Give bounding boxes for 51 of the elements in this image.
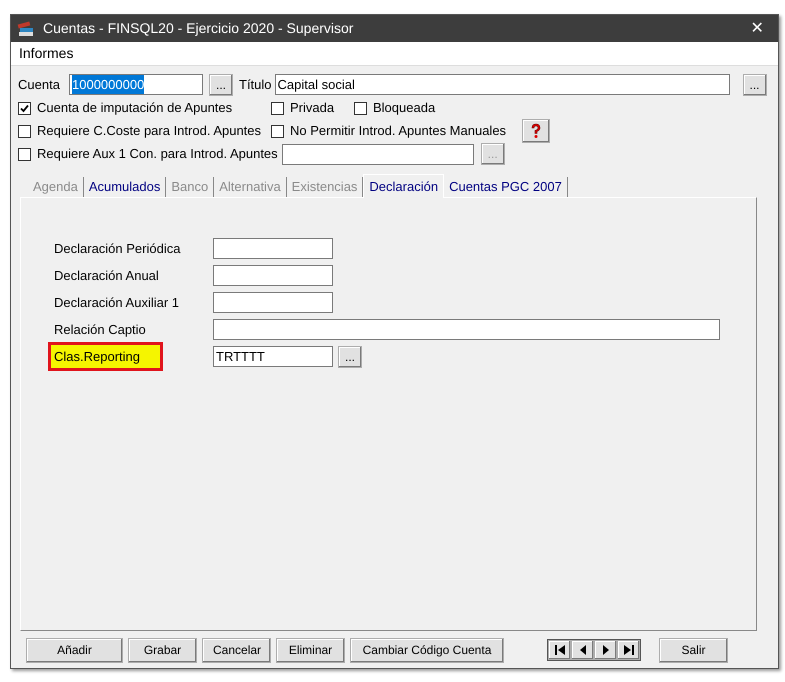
field-label: Título bbox=[239, 76, 272, 94]
field-label: Clas.Reporting bbox=[48, 342, 163, 372]
browse-button[interactable]: ... bbox=[338, 346, 362, 368]
right-arrow-icon bbox=[622, 643, 636, 657]
navigation-button[interactable] bbox=[594, 640, 617, 660]
field-label: Relación Captio bbox=[54, 320, 146, 339]
checkmark-icon bbox=[20, 104, 29, 112]
title-field[interactable]: Capital social bbox=[274, 74, 730, 95]
close-button[interactable]: ✕ bbox=[742, 16, 772, 40]
checkbox[interactable] bbox=[271, 102, 284, 114]
text-field[interactable] bbox=[213, 319, 720, 340]
checkbox-label: Cuenta de imputación de Apuntes bbox=[37, 99, 232, 118]
help-button[interactable] bbox=[522, 119, 550, 143]
checkbox[interactable] bbox=[18, 124, 31, 138]
action-button[interactable]: Cancelar bbox=[202, 638, 271, 662]
tab[interactable]: Acumulados bbox=[84, 177, 166, 197]
browse-button[interactable]: ... bbox=[209, 74, 233, 96]
account-field[interactable]: 1000000000 bbox=[69, 74, 203, 95]
action-button[interactable]: Eliminar bbox=[276, 638, 345, 662]
field-label: Declaración Periódica bbox=[54, 240, 180, 258]
checkbox[interactable] bbox=[354, 102, 367, 114]
text-field[interactable] bbox=[282, 144, 474, 164]
tab[interactable]: Cuentas PGC 2007 bbox=[444, 177, 568, 197]
text-field[interactable] bbox=[213, 292, 333, 313]
left-arrow-icon bbox=[552, 643, 566, 657]
field-label: Declaración Anual bbox=[54, 266, 159, 285]
field-label: Cuenta bbox=[18, 76, 61, 94]
navigation-button[interactable] bbox=[548, 640, 571, 660]
navigation-button[interactable] bbox=[617, 640, 640, 660]
checkbox-label: No Permitir Introd. Apuntes Manuales bbox=[290, 122, 506, 140]
text-field[interactable] bbox=[213, 238, 333, 259]
text-field[interactable]: TRTTTT bbox=[213, 346, 333, 367]
checkbox-label: Requiere C.Coste para Introd. Apuntes bbox=[37, 122, 262, 140]
checkbox[interactable] bbox=[271, 124, 284, 138]
checkbox-label: Bloqueada bbox=[373, 99, 436, 118]
checkbox[interactable] bbox=[18, 102, 31, 114]
checkbox[interactable] bbox=[18, 148, 31, 160]
checkbox-label: Privada bbox=[290, 99, 334, 118]
checkbox-label: Requiere Aux 1 Con. para Introd. Apuntes bbox=[37, 145, 278, 164]
tab[interactable]: Declaración bbox=[363, 174, 444, 198]
action-button[interactable]: Añadir bbox=[26, 638, 123, 662]
exit-button[interactable]: Salir bbox=[659, 638, 728, 662]
browse-button[interactable]: ... bbox=[742, 74, 767, 96]
action-button[interactable]: Cambiar Código Cuenta bbox=[350, 638, 504, 662]
window-title: Cuentas - FINSQL20 - Ejercicio 2020 - Supervisor bbox=[43, 19, 354, 38]
text-field[interactable] bbox=[213, 265, 333, 286]
action-button[interactable]: Grabar bbox=[128, 638, 197, 662]
navigation-button[interactable] bbox=[571, 640, 594, 660]
menu-item[interactable]: Informes bbox=[19, 43, 74, 64]
field-label: Declaración Auxiliar 1 bbox=[54, 294, 180, 312]
books-icon bbox=[17, 20, 35, 36]
